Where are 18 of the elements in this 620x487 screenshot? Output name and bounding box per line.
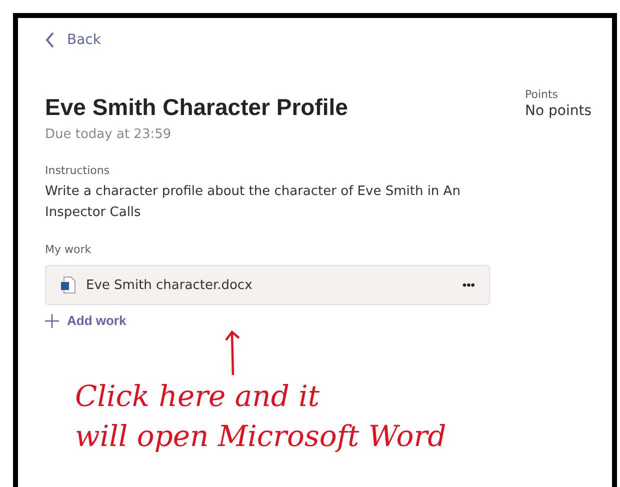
chevron-left-icon — [45, 32, 55, 48]
handwritten-note: Click here and it — [75, 378, 320, 415]
handwritten-note: will open Microsoft Word — [75, 418, 446, 455]
plus-icon — [45, 314, 59, 328]
file-name: Eve Smith character.docx — [86, 278, 254, 292]
add-work-button[interactable]: Add work — [45, 313, 126, 328]
back-link[interactable]: Back — [45, 32, 101, 48]
due-date: Due today at 23:59 — [45, 127, 172, 142]
file-card[interactable]: Eve Smith character.docx ••• — [45, 265, 490, 305]
arrow-drawing — [225, 330, 241, 376]
my-work-label: My work — [45, 243, 92, 256]
more-button[interactable]: ••• — [462, 278, 475, 292]
instructions-text: Write a character profile about the character of Eve Smith in An Inspector Calls — [45, 183, 462, 222]
points-label: Points — [525, 88, 560, 101]
points-value: No points — [525, 103, 592, 119]
assignment-title: Eve Smith Character Profile — [45, 94, 349, 121]
document-icon — [60, 276, 76, 294]
instructions-label: Instructions — [45, 164, 111, 177]
